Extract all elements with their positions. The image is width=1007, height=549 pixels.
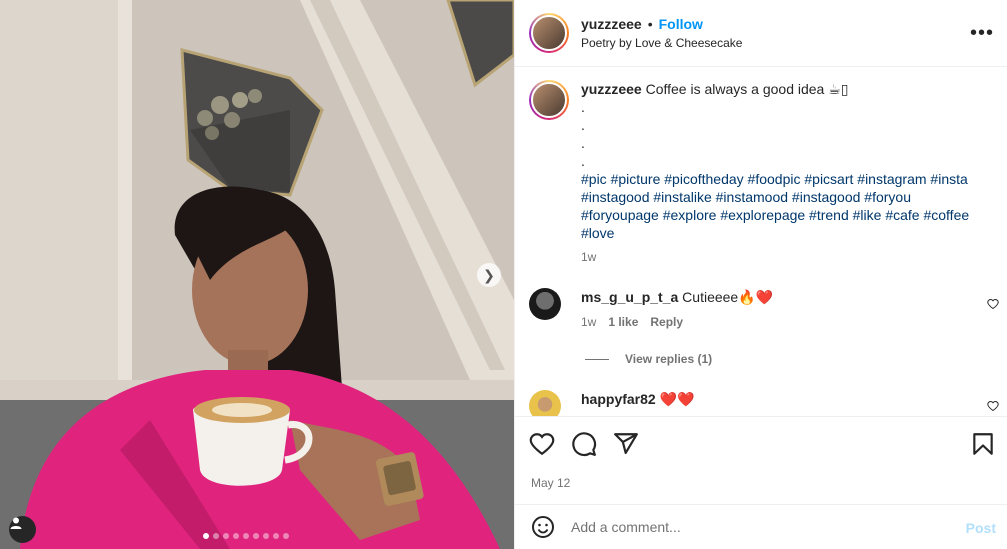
photo-illustration	[0, 0, 514, 549]
carousel-dot	[203, 533, 209, 539]
comment-input[interactable]	[571, 519, 951, 535]
share-icon[interactable]	[613, 431, 639, 457]
comments-scroll-area[interactable]: yuzzzeee Coffee is always a good idea ☕▯…	[515, 68, 1007, 416]
post-side-panel: yuzzzeee • Follow Poetry by Love & Chees…	[514, 0, 1007, 549]
follow-button[interactable]: Follow	[659, 16, 703, 32]
post-comment-button[interactable]: Post	[966, 520, 996, 536]
separator-dot: •	[647, 16, 653, 32]
post-dialog: ❯ yuzzzeee • Follow Poetry by Love & Che…	[0, 0, 1007, 549]
carousel-dot	[223, 533, 229, 539]
view-replies-button[interactable]: View replies (1)	[585, 352, 712, 366]
comment-text: ❤️❤️	[659, 391, 695, 407]
carousel-dot	[213, 533, 219, 539]
caption-text: Coffee is always a good idea	[645, 81, 825, 97]
next-slide-button[interactable]: ❯	[477, 263, 501, 287]
carousel-dot	[233, 533, 239, 539]
comment-text: Cutieeee🔥❤️	[682, 289, 774, 305]
heart-icon[interactable]	[987, 400, 999, 412]
caption-dot-line: .	[581, 153, 585, 169]
caption-hashtags[interactable]: #pic #picture #picoftheday #foodpic #pic…	[581, 170, 991, 242]
view-replies-label: View replies (1)	[625, 352, 713, 366]
heart-icon[interactable]	[529, 431, 555, 457]
post-header: yuzzzeee • Follow Poetry by Love & Chees…	[515, 0, 1007, 67]
post-date[interactable]: May 12	[531, 476, 570, 490]
post-photo[interactable]: ❯	[0, 0, 514, 549]
caption-emoji: ☕▯	[828, 81, 849, 97]
caption-timestamp[interactable]: 1w	[581, 248, 991, 266]
tagged-users-button[interactable]	[9, 516, 36, 543]
comment-item: ms_g_u_p_t_a Cutieeee🔥❤️ 1w 1 like Reply	[529, 288, 999, 331]
carousel-dot	[263, 533, 269, 539]
caption-username[interactable]: yuzzzeee	[581, 81, 642, 97]
author-avatar[interactable]	[529, 13, 569, 53]
comment-item: happyfar82 ❤️❤️	[529, 390, 999, 416]
comment-likes[interactable]: 1 like	[608, 313, 638, 331]
author-subtitle[interactable]: Poetry by Love & Cheesecake	[581, 36, 742, 50]
bookmark-icon[interactable]	[970, 431, 996, 457]
post-actions: May 12	[515, 416, 1007, 504]
comment-avatar[interactable]	[529, 288, 561, 320]
comment-username[interactable]: happyfar82	[581, 391, 656, 407]
reply-button[interactable]: Reply	[650, 313, 683, 331]
emoji-icon[interactable]	[531, 515, 555, 539]
comment-avatar[interactable]	[529, 390, 561, 416]
comment-icon[interactable]	[571, 431, 597, 457]
carousel-dot	[243, 533, 249, 539]
user-tag-icon	[10, 517, 22, 529]
comment-time[interactable]: 1w	[581, 313, 596, 331]
add-comment-bar: Post	[515, 504, 1007, 549]
heart-icon[interactable]	[987, 298, 999, 310]
comment-username[interactable]: ms_g_u_p_t_a	[581, 289, 678, 305]
more-options-button[interactable]: •••	[970, 22, 994, 45]
carousel-indicator	[203, 533, 289, 539]
caption-dot-line: .	[581, 99, 585, 115]
carousel-dot	[273, 533, 279, 539]
caption-dot-line: .	[581, 135, 585, 151]
author-username[interactable]: yuzzzeee	[581, 16, 642, 32]
carousel-dot	[253, 533, 259, 539]
caption-author-avatar[interactable]	[529, 80, 569, 120]
chevron-right-icon: ❯	[483, 266, 495, 283]
carousel-dot	[283, 533, 289, 539]
post-caption: yuzzzeee Coffee is always a good idea ☕▯…	[529, 80, 991, 266]
caption-dot-line: .	[581, 117, 585, 133]
